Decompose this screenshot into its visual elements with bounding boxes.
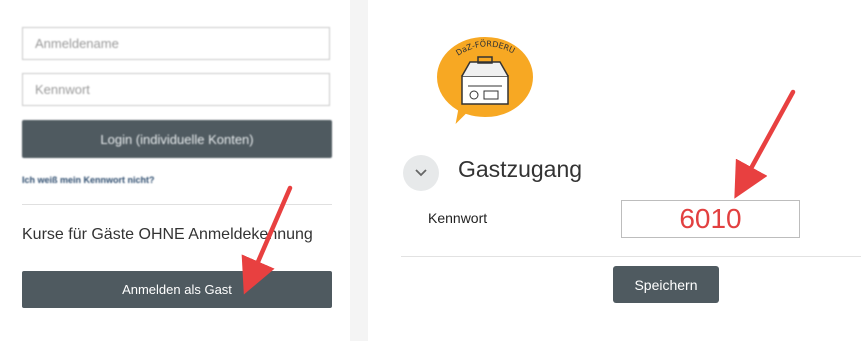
guest-courses-heading: Kurse für Gäste OHNE Anmeldekennung xyxy=(22,226,313,243)
login-panel: Login (individuelle Konten) Ich weiß mei… xyxy=(0,0,350,341)
username-input[interactable] xyxy=(22,27,330,60)
guest-password-input[interactable] xyxy=(621,200,800,238)
forgot-password-link[interactable]: Ich weiß mein Kennwort nicht? xyxy=(22,175,155,185)
daz-foerderung-logo: DaZ-FÖRDERUNG konkret xyxy=(430,30,536,130)
collapse-toggle-button[interactable] xyxy=(403,155,439,191)
panel-separator xyxy=(350,0,368,341)
save-button[interactable]: Speichern xyxy=(613,266,719,303)
password-input[interactable] xyxy=(22,73,330,106)
section-title: Gastzugang xyxy=(458,156,583,182)
login-button[interactable]: Login (individuelle Konten) xyxy=(22,120,332,158)
divider xyxy=(401,256,861,257)
guest-access-panel: DaZ-FÖRDERUNG konkret Gastzugang Kennwor… xyxy=(368,0,867,341)
divider xyxy=(22,204,332,205)
password-label: Kennwort xyxy=(428,210,488,226)
guest-login-button[interactable]: Anmelden als Gast xyxy=(22,271,332,308)
chevron-down-icon xyxy=(415,169,427,177)
